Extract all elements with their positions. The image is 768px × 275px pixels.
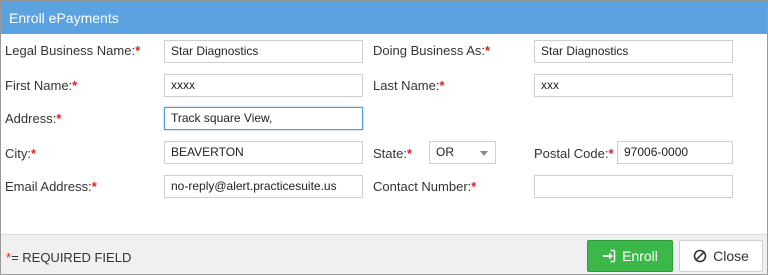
address-input[interactable]: Track square View,: [164, 107, 363, 130]
city-label: City:*: [5, 146, 37, 161]
sign-in-icon: [602, 249, 616, 263]
required-field-note: *= REQUIRED FIELD: [6, 250, 132, 265]
legal-business-name-label: Legal Business Name:*: [5, 43, 141, 58]
close-button-label: Close: [713, 248, 749, 264]
dialog-footer: *= REQUIRED FIELD Enroll Close: [1, 234, 767, 274]
state-select[interactable]: OR: [429, 141, 496, 164]
last-name-input[interactable]: xxx: [534, 74, 733, 97]
contact-number-label: Contact Number:*: [373, 179, 477, 194]
postal-code-label: Postal Code:*: [534, 146, 614, 161]
email-address-label: Email Address:*: [5, 179, 97, 194]
doing-business-as-input[interactable]: Star Diagnostics: [534, 40, 733, 63]
enroll-button[interactable]: Enroll: [587, 240, 673, 272]
contact-number-input[interactable]: [534, 175, 733, 198]
caret-down-icon: [480, 151, 488, 156]
enroll-button-label: Enroll: [622, 248, 658, 264]
close-button[interactable]: Close: [679, 240, 763, 272]
ban-icon: [693, 249, 707, 263]
postal-code-input[interactable]: 97006-0000: [617, 141, 733, 164]
doing-business-as-label: Doing Business As:*: [373, 43, 491, 58]
state-select-value: OR: [436, 145, 454, 159]
legal-business-name-input[interactable]: Star Diagnostics: [164, 40, 363, 63]
first-name-input[interactable]: xxxx: [164, 74, 363, 97]
enroll-epayments-dialog: Enroll ePayments Legal Business Name:* S…: [0, 0, 768, 275]
dialog-titlebar: Enroll ePayments: [1, 1, 767, 34]
email-address-input[interactable]: no-reply@alert.practicesuite.us: [164, 175, 363, 198]
city-input[interactable]: BEAVERTON: [164, 141, 363, 164]
address-label: Address:*: [5, 111, 62, 126]
state-label: State:*: [373, 146, 413, 161]
last-name-label: Last Name:*: [373, 78, 445, 93]
dialog-title: Enroll ePayments: [9, 10, 119, 26]
first-name-label: First Name:*: [5, 78, 78, 93]
